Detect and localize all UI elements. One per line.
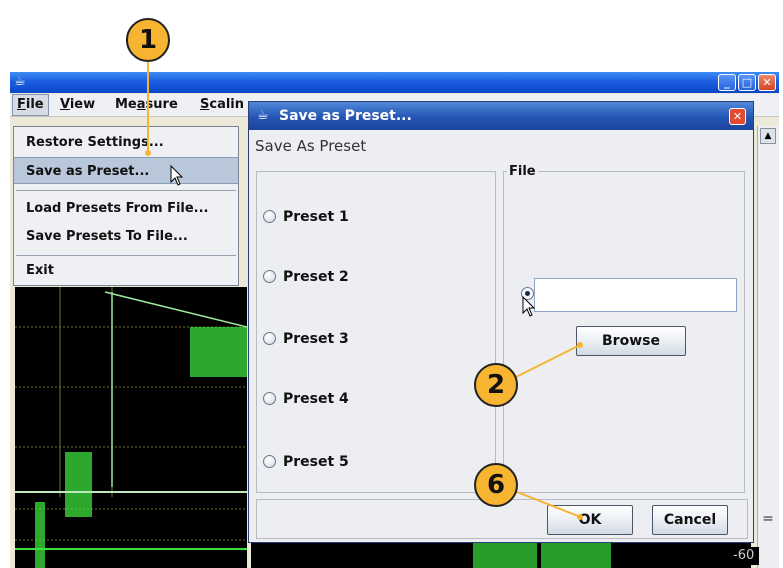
java-icon: ☕	[14, 74, 26, 89]
callout-step-1: 1	[126, 18, 170, 62]
radio-button[interactable]	[263, 455, 276, 468]
menu-item-restore-settings[interactable]: Restore Settings...	[14, 129, 238, 156]
radio-label: Preset 3	[283, 331, 349, 347]
waveform-display	[15, 287, 247, 568]
file-path-input[interactable]	[534, 278, 737, 312]
callout-step-2: 2	[474, 363, 518, 407]
maximize-icon[interactable]: □	[738, 74, 756, 91]
menu-view[interactable]: View	[56, 94, 99, 116]
browse-button[interactable]: Browse	[576, 326, 686, 356]
minimize-icon[interactable]: _	[718, 74, 736, 91]
dialog-title: Save as Preset...	[279, 108, 412, 124]
mouse-cursor-icon	[522, 296, 536, 317]
menu-item-load-presets[interactable]: Load Presets From File...	[14, 195, 238, 222]
menu-item-save-as-preset[interactable]: Save as Preset...	[14, 157, 238, 184]
menu-item-exit[interactable]: Exit	[14, 257, 238, 284]
main-titlebar[interactable]: ☕ _ □ ✕	[10, 72, 779, 93]
scale-label: -60	[733, 547, 759, 565]
close-icon[interactable]: ✕	[729, 108, 746, 125]
menu-separator	[16, 255, 236, 256]
radio-label: Preset 4	[283, 391, 349, 407]
radio-button[interactable]	[263, 210, 276, 223]
radio-label: Preset 2	[283, 269, 349, 285]
dialog-heading: Save As Preset	[255, 137, 367, 155]
callout-step-6: 6	[474, 463, 518, 507]
dialog-titlebar[interactable]: ☕ Save as Preset... ✕	[249, 102, 753, 130]
scroll-up-arrow-icon[interactable]: ▲	[760, 128, 776, 144]
menu-separator	[16, 190, 236, 191]
radio-button[interactable]	[263, 332, 276, 345]
menu-item-save-presets[interactable]: Save Presets To File...	[14, 223, 238, 250]
file-group-title: File	[507, 164, 538, 179]
menu-file[interactable]: File	[12, 94, 49, 116]
radio-label: Preset 5	[283, 454, 349, 470]
java-icon: ☕	[257, 108, 269, 123]
cancel-button[interactable]: Cancel	[652, 505, 728, 535]
vertical-scrollbar[interactable]: ▲	[757, 126, 779, 568]
radio-label: Preset 1	[283, 209, 349, 225]
radio-button[interactable]	[263, 270, 276, 283]
menu-scaling[interactable]: Scalin	[196, 94, 248, 116]
waveform-plot	[15, 287, 247, 568]
file-menu-dropdown: Restore Settings... Save as Preset... Lo…	[13, 126, 239, 286]
ok-button[interactable]: OK	[547, 505, 633, 535]
menu-measure[interactable]: Measure	[111, 94, 182, 116]
scroll-grip-icon[interactable]: =	[758, 510, 778, 528]
mouse-cursor-icon	[170, 165, 184, 186]
close-icon[interactable]: ✕	[758, 74, 776, 91]
radio-button[interactable]	[263, 392, 276, 405]
